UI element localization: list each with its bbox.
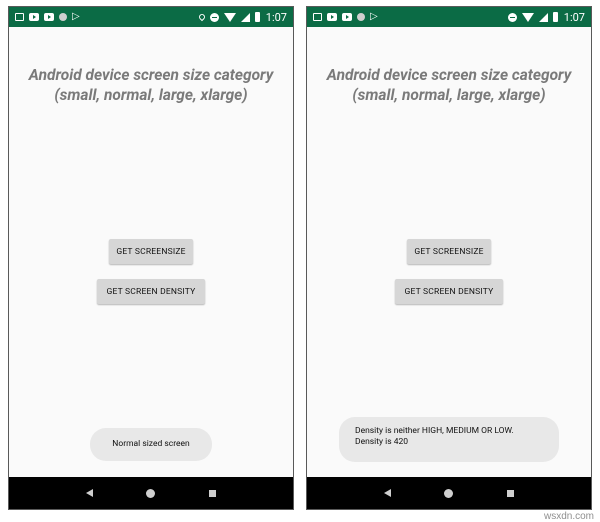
phone-screen-left: ▷ 1:07 Android device screen size catego… [8, 6, 294, 510]
get-screen-density-button[interactable]: GET SCREEN DENSITY [395, 279, 503, 304]
do-not-disturb-icon [209, 12, 219, 22]
toast-message: Density is neither HIGH, MEDIUM OR LOW. … [339, 417, 559, 462]
status-time: 1:07 [563, 10, 585, 24]
signal-icon [240, 12, 250, 22]
recent-apps-icon[interactable] [209, 489, 217, 497]
app-circle-icon [59, 13, 67, 21]
status-time: 1:07 [265, 10, 287, 24]
play-store-icon: ▷ [370, 11, 378, 22]
app-circle-icon [357, 13, 365, 21]
location-icon [197, 12, 207, 22]
play-store-icon: ▷ [72, 11, 80, 22]
page-title: Android device screen size category (sma… [326, 66, 572, 104]
battery-icon [254, 12, 260, 22]
get-screen-density-button[interactable]: GET SCREEN DENSITY [97, 279, 205, 304]
page-title: Android device screen size category (sma… [28, 66, 274, 104]
watermark: wsxdn.com [543, 511, 594, 522]
youtube-icon [29, 13, 39, 21]
signal-icon [538, 12, 548, 22]
navigation-bar [307, 477, 591, 509]
recent-apps-icon[interactable] [507, 489, 515, 497]
get-screensize-button[interactable]: GET SCREENSIZE [407, 239, 491, 264]
status-bar: ▷ 1:07 [9, 7, 293, 27]
navigation-bar [9, 477, 293, 509]
notification-icon [15, 13, 24, 21]
wifi-icon [521, 12, 534, 22]
phone-screen-right: ▷ 1:07 Android device screen size catego… [306, 6, 592, 510]
back-icon[interactable] [85, 489, 93, 497]
youtube-icon [327, 13, 337, 21]
do-not-disturb-icon [507, 12, 517, 22]
youtube-icon [44, 13, 54, 21]
wifi-icon [223, 12, 236, 22]
notification-icon [313, 13, 322, 21]
back-icon[interactable] [383, 489, 391, 497]
home-icon[interactable] [146, 488, 156, 498]
get-screensize-button[interactable]: GET SCREENSIZE [109, 239, 193, 264]
battery-icon [552, 12, 558, 22]
youtube-icon [342, 13, 352, 21]
status-bar: ▷ 1:07 [307, 7, 591, 27]
toast-message: Normal sized screen [90, 428, 212, 461]
home-icon[interactable] [444, 488, 454, 498]
